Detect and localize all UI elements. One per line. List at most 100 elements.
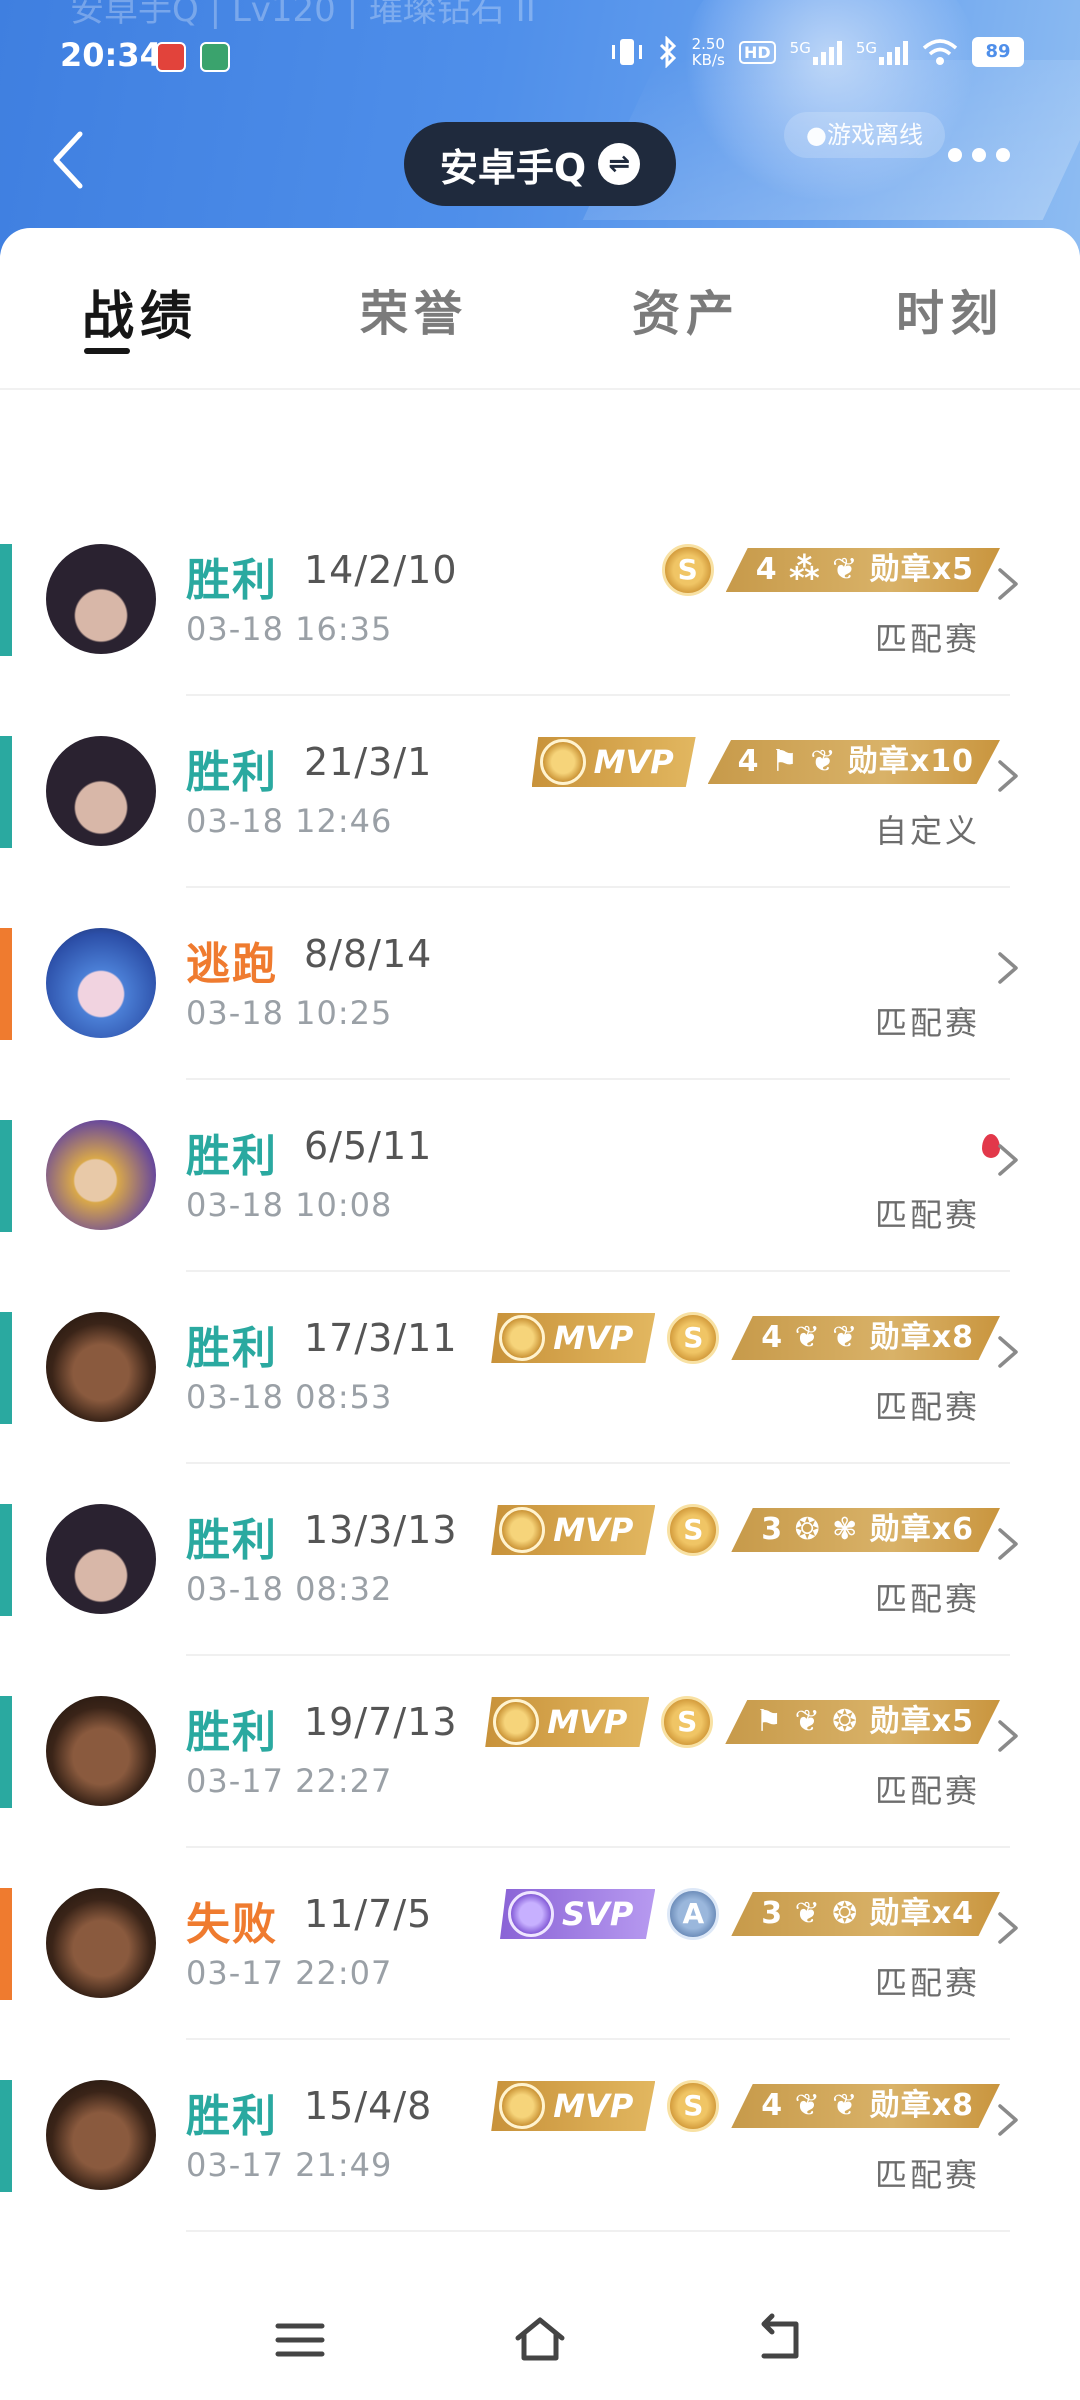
mvp-label: MVP: [553, 2087, 634, 2125]
home-icon[interactable]: [510, 2310, 570, 2370]
match-row[interactable]: 胜利 19/7/13 03-17 22:27 MVP S ⚑ ❦ ❂ 勋章x5 匹配…: [0, 1656, 1080, 1848]
menu-icon[interactable]: [270, 2310, 330, 2370]
match-time: 03-18 08:32: [186, 1570, 393, 1608]
mvp-emblem-icon: [508, 1891, 555, 1937]
match-result: 逃跑: [186, 939, 278, 990]
account-switcher-button[interactable]: 安卓手Q ⇌: [404, 122, 676, 206]
network-5g-2: 5G: [856, 39, 908, 65]
match-result: 胜利: [186, 747, 278, 798]
match-mode: 匹配赛: [874, 1580, 980, 1618]
back-icon[interactable]: [750, 2310, 810, 2370]
match-kda: 11/7/5: [304, 1892, 433, 1936]
active-tab-indicator: [84, 348, 130, 354]
match-badges: MVP S ⚑ ❦ ❂ 勋章x5: [485, 1692, 1000, 1752]
result-indicator-bar: [0, 1504, 12, 1616]
medal-badge: 4 ⚑ ❦ 勋章x10: [707, 740, 1000, 784]
mvp-emblem-icon: [493, 1699, 540, 1745]
mvp-label: MVP: [553, 1319, 634, 1357]
match-badges: MVP S 4 ❦ ❦ 勋章x8: [491, 1308, 1000, 1368]
match-kda: 19/7/13: [304, 1700, 458, 1744]
mvp-emblem-icon: [499, 2083, 546, 2129]
tab-moments[interactable]: 时刻: [896, 274, 1004, 344]
mvp-emblem-icon: [539, 739, 586, 785]
match-time: 03-18 10:08: [186, 1186, 393, 1224]
match-time: 03-17 22:07: [186, 1954, 393, 1992]
mvp-emblem-icon: [499, 1507, 546, 1553]
mvp-emblem-icon: [499, 1315, 546, 1361]
result-indicator-bar: [0, 928, 12, 1040]
medal-badge: 3 ❦ ❂ 勋章x4: [731, 1892, 1000, 1936]
grade-badge: S: [667, 1504, 720, 1556]
match-time: 03-17 21:49: [186, 2146, 393, 2184]
result-indicator-bar: [0, 544, 12, 656]
chevron-right-icon: [998, 568, 1018, 600]
match-mode: 自定义: [874, 812, 980, 850]
wifi-icon: [922, 39, 958, 65]
match-kda: 6/5/11: [304, 1124, 433, 1168]
result-indicator-bar: [0, 1120, 12, 1232]
match-kda: 15/4/8: [304, 2084, 433, 2128]
back-chevron-icon[interactable]: [48, 130, 88, 190]
match-row[interactable]: 逃跑 8/8/14 03-18 10:25 匹配赛: [0, 888, 1080, 1080]
match-row[interactable]: 失败 11/7/5 03-17 22:07 SVP A 3 ❦ ❂ 勋章x4 匹配赛: [0, 1848, 1080, 2040]
hero-avatar: [46, 1888, 156, 1998]
match-row[interactable]: 胜利 15/4/8 03-17 21:49 MVP S 4 ❦ ❦ 勋章x8 匹配赛: [0, 2040, 1080, 2232]
status-bar: 20:34 2.50 KB/s HD 5G 5G 89: [0, 30, 1080, 86]
mvp-label: MVP: [547, 1703, 628, 1741]
row-divider: [186, 2230, 1010, 2232]
match-row[interactable]: 胜利 13/3/13 03-18 08:32 MVP S 3 ❂ ✾ 勋章x6 匹配…: [0, 1464, 1080, 1656]
match-time: 03-18 12:46: [186, 802, 393, 840]
match-time: 03-17 22:27: [186, 1762, 393, 1800]
system-nav-bar: [0, 2280, 1080, 2400]
mvp-label: MVP: [553, 1511, 634, 1549]
result-indicator-bar: [0, 1312, 12, 1424]
mvp-badge: MVP: [491, 1313, 656, 1363]
chevron-right-icon: [998, 952, 1018, 984]
match-time: 03-18 08:53: [186, 1378, 393, 1416]
status-time: 20:34: [60, 36, 162, 74]
tab-honor[interactable]: 荣誉: [360, 274, 468, 344]
tab-assets[interactable]: 资产: [632, 274, 740, 344]
grade-badge: A: [667, 1888, 720, 1940]
match-kda: 14/2/10: [304, 548, 458, 592]
match-result: 胜利: [186, 1323, 278, 1374]
match-badges: MVP S 4 ❦ ❦ 勋章x8: [491, 2076, 1000, 2136]
grade-badge: S: [661, 1696, 714, 1748]
medal-badge: 3 ❂ ✾ 勋章x6: [731, 1508, 1000, 1552]
notification-app-icon: [156, 42, 186, 72]
hero-avatar: [46, 544, 156, 654]
result-indicator-bar: [0, 1696, 12, 1808]
bluetooth-icon: [659, 36, 676, 68]
chevron-right-icon: [998, 760, 1018, 792]
header-ghost-title: 安卓手Q | Lv120 | 璀璨钻石 II: [70, 0, 536, 30]
match-row[interactable]: 胜利 6/5/11 03-18 10:08 匹配赛: [0, 1080, 1080, 1272]
more-icon[interactable]: [948, 148, 1010, 162]
match-result: 胜利: [186, 1131, 278, 1182]
chevron-right-icon: [998, 1528, 1018, 1560]
hero-avatar: [46, 736, 156, 846]
tab-bar: 战绩 荣誉 资产 时刻: [0, 228, 1080, 388]
match-row[interactable]: 胜利 14/2/10 03-18 16:35 S4 ⁂ ❦ 勋章x5 匹配赛: [0, 504, 1080, 696]
match-kda: 17/3/11: [304, 1316, 458, 1360]
match-result: 胜利: [186, 1707, 278, 1758]
svp-badge: SVP: [500, 1889, 656, 1939]
medal-badge: 4 ⁂ ❦ 勋章x5: [725, 548, 1000, 592]
grade-badge: S: [667, 2080, 720, 2132]
tab-record[interactable]: 战绩: [82, 274, 198, 349]
mvp-badge: MVP: [531, 737, 696, 787]
network-5g-1: 5G: [790, 39, 842, 65]
match-row[interactable]: 胜利 17/3/11 03-18 08:53 MVP S 4 ❦ ❦ 勋章x8 匹配…: [0, 1272, 1080, 1464]
game-status-badge: ●游戏离线: [784, 112, 945, 158]
match-result: 胜利: [186, 555, 278, 606]
hero-avatar: [46, 1312, 156, 1422]
chevron-right-icon: [998, 1912, 1018, 1944]
match-result: 失败: [186, 1899, 278, 1950]
match-mode: 匹配赛: [874, 1388, 980, 1426]
hero-avatar: [46, 928, 156, 1038]
match-time: 03-18 16:35: [186, 610, 393, 648]
match-time: 03-18 10:25: [186, 994, 393, 1032]
match-row[interactable]: 胜利 21/3/1 03-18 12:46 MVP 4 ⚑ ❦ 勋章x10 自定义: [0, 696, 1080, 888]
match-mode: 匹配赛: [874, 620, 980, 658]
swap-icon: ⇌: [598, 143, 641, 185]
match-kda: 13/3/13: [304, 1508, 458, 1552]
